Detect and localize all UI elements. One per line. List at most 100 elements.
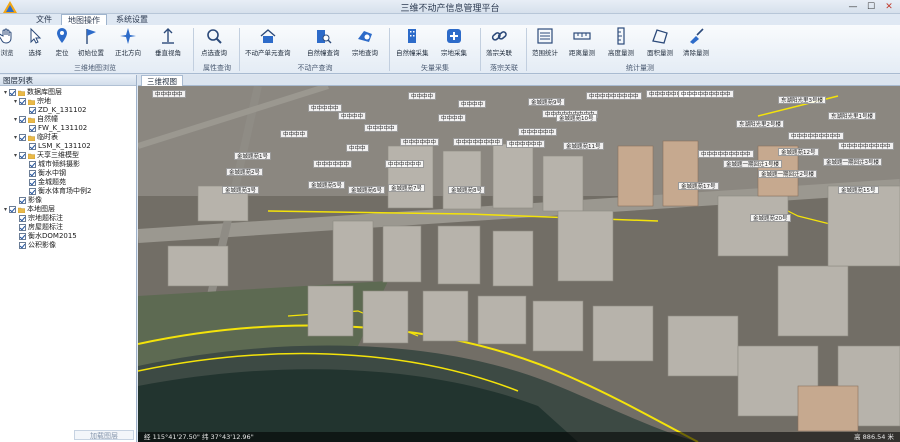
menu-tab-system-settings[interactable]: 系统设置 [110,14,154,25]
poi-label[interactable]: 金城题苑1号 [234,152,271,160]
layer-checkbox[interactable] [19,197,26,204]
poi-label[interactable]: 中中中中中 [152,90,186,98]
poi-label[interactable]: 中中中中 [280,130,309,138]
load-layer-button[interactable]: 加载图层 [74,430,134,440]
layer-checkbox[interactable] [9,206,16,213]
layer-tree-item[interactable]: 房屋题标注 [0,223,136,232]
poi-label[interactable]: 中中中中中中 [506,140,546,148]
poi-label[interactable]: 中中中中中中中中中 [788,132,844,140]
poi-label[interactable]: 中中中中 [408,92,437,100]
layer-checkbox[interactable] [29,188,36,195]
poi-label[interactable]: 金城题苑15号 [838,186,879,194]
poi-label[interactable]: 中中中中中中中中 [453,138,504,146]
poi-label[interactable]: 中中中中中中中中中 [678,90,734,98]
layer-tree-item[interactable]: FW_K_131102 [0,124,136,133]
layer-checkbox[interactable] [19,215,26,222]
poi-label[interactable]: 中中中中中中中中中 [586,92,642,100]
layer-tree-item[interactable]: ▾ 临时表 [0,133,136,142]
layer-tree-item[interactable]: 衡水中钢 [0,169,136,178]
poi-label[interactable]: 金城题一期回迁1号楼 [723,160,782,168]
layer-checkbox[interactable] [9,89,16,96]
layer-tree-item[interactable]: LSM_K_131102 [0,142,136,151]
close-button[interactable]: ✕ [882,0,896,13]
poi-label[interactable]: 中中中中中中中中中 [838,142,894,150]
minimize-button[interactable]: — [846,0,860,13]
poi-label[interactable]: 金城题苑5号 [308,181,345,189]
layer-tree-item[interactable]: ▾ 宗地 [0,97,136,106]
parcel-query-button[interactable]: 宗地查询 [352,27,378,61]
layer-checkbox[interactable] [29,170,36,177]
poi-label[interactable]: 中中中中中中 [313,160,353,168]
poi-label[interactable]: 东湖阳光里3号楼 [778,96,826,104]
menu-tab-map-operations[interactable]: 地图操作 [61,14,107,25]
expand-toggle-icon[interactable]: ▾ [12,133,19,142]
expand-toggle-icon[interactable]: ▾ [12,115,19,124]
layer-checkbox[interactable] [19,224,26,231]
parcel-link-button[interactable]: 落宗关联 [486,27,512,61]
layer-tree-item[interactable]: 衡水DOM2015 [0,232,136,241]
property-unit-query-button[interactable]: 不动产单元查询 [245,27,291,61]
expand-toggle-icon[interactable]: ▾ [2,205,9,214]
menu-tab-file[interactable]: 文件 [30,14,58,25]
layer-tree-item[interactable]: 宗地题标注 [0,214,136,223]
poi-label[interactable]: 中中中中中中 [400,138,440,146]
select-button[interactable]: 选择 [26,27,44,61]
layer-tree-item[interactable]: 衡水体育场中例2 [0,187,136,196]
poi-label[interactable]: 中中中中中中 [518,128,558,136]
expand-toggle-icon[interactable]: ▾ [2,88,9,97]
poi-label[interactable]: 金城题苑2号 [226,168,263,176]
poi-label[interactable]: 中中中中中中中中中 [698,150,754,158]
layer-tree-item[interactable]: 影像 [0,196,136,205]
poi-label[interactable]: 金城题苑8号 [448,186,485,194]
building-query-button[interactable]: 自然幢查询 [307,27,340,61]
point-query-button[interactable]: 点选查询 [201,27,227,61]
parcel-capture-button[interactable]: 宗地采集 [441,27,467,61]
poi-label[interactable]: 金城题苑7号 [388,184,425,192]
poi-label[interactable]: 中中中中中 [364,124,398,132]
3d-map-view[interactable]: 中中中中中 中中中中 中中中中 中中中中 中中中中 中中中中 中中中中中 中中中中中 中中中 中中… [138,86,900,442]
area-measure-button[interactable]: 面积量测 [647,27,673,61]
layer-checkbox[interactable] [29,179,36,186]
layer-checkbox[interactable] [29,143,36,150]
layer-checkbox[interactable] [19,116,26,123]
initial-position-button[interactable]: 初始位置 [78,27,104,61]
layer-tree-item[interactable]: 公积影像 [0,241,136,250]
poi-label[interactable]: 东湖阳光里2号楼 [736,120,784,128]
layer-checkbox[interactable] [29,107,36,114]
layer-tree-item[interactable]: 金城题苑 [0,178,136,187]
poi-label[interactable]: 金城题一期回迁2号楼 [758,170,817,178]
layer-tree-item[interactable]: 城市倾斜摄影 [0,160,136,169]
poi-label[interactable]: 中中中中中 [308,104,342,112]
expand-toggle-icon[interactable]: ▾ [12,97,19,106]
layer-tree-item[interactable]: ZD_K_131102 [0,106,136,115]
poi-label[interactable]: 金城题苑9号 [528,98,565,106]
poi-label[interactable]: 金城题苑3号 [222,186,259,194]
layer-checkbox[interactable] [19,242,26,249]
layer-checkbox[interactable] [19,98,26,105]
vertical-view-button[interactable]: 垂直视角 [155,27,181,61]
poi-label[interactable]: 中中中中 [338,112,367,120]
layer-checkbox[interactable] [29,161,36,168]
poi-label[interactable]: 金城题苑11号 [563,142,604,150]
layer-tree-item[interactable]: ▾ 本地图层 [0,205,136,214]
poi-label[interactable]: 金城题苑10号 [556,114,597,122]
poi-label[interactable]: 中中中中 [458,100,487,108]
locate-button[interactable]: 定位 [53,27,71,61]
layer-tree-item[interactable]: ▾ 数据库图层 [0,88,136,97]
browse-button[interactable]: 浏览 [0,27,16,61]
tab-3d-view[interactable]: 三维视图 [141,75,183,86]
layer-checkbox[interactable] [29,125,36,132]
expand-toggle-icon[interactable]: ▾ [12,151,19,160]
building-capture-button[interactable]: 自然幢采集 [396,27,429,61]
poi-label[interactable]: 金城题一期回迁3号楼 [823,158,882,166]
poi-label[interactable]: 金城题苑20号 [750,214,791,222]
layer-tree-item[interactable]: ▾ 自然幢 [0,115,136,124]
layer-checkbox[interactable] [19,134,26,141]
height-measure-button[interactable]: 高度量测 [608,27,634,61]
range-stat-button[interactable]: 范围统计 [532,27,558,61]
distance-measure-button[interactable]: 距离量测 [569,27,595,61]
poi-label[interactable]: 中中中中中中 [385,160,425,168]
poi-label[interactable]: 中中中 [346,144,369,152]
poi-label[interactable]: 金城题苑17号 [678,182,719,190]
poi-label[interactable]: 中中中中 [438,114,467,122]
